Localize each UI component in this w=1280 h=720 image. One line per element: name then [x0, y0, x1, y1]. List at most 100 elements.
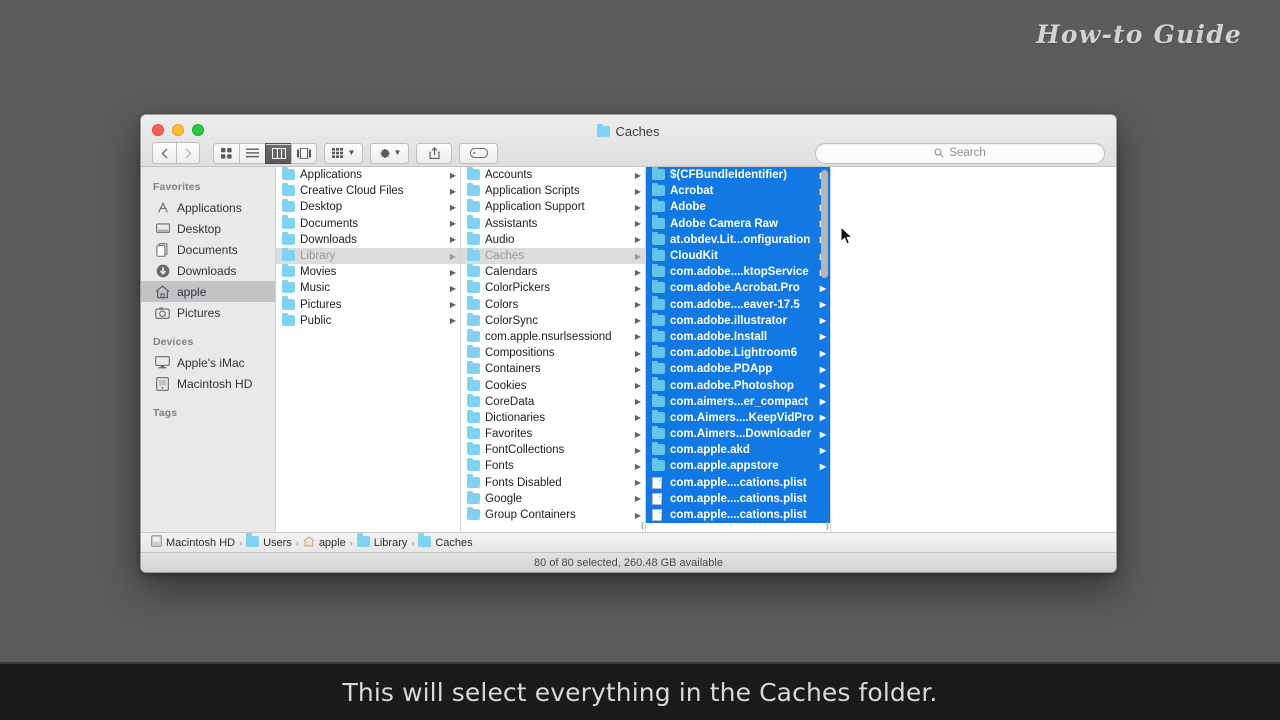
file-row[interactable]: Adobe▶ [646, 199, 830, 216]
disclosure-arrow-icon[interactable]: ▶ [635, 187, 641, 196]
sidebar-item-apples-imac[interactable]: Apple's iMac [141, 352, 275, 373]
disclosure-arrow-icon[interactable]: ▶ [635, 203, 641, 212]
disclosure-arrow-icon[interactable]: ▶ [820, 397, 826, 406]
disclosure-arrow-icon[interactable]: ▶ [635, 268, 641, 277]
file-row[interactable]: Downloads ▶ [276, 231, 460, 248]
file-row[interactable]: Group Containers ▶ [461, 506, 645, 523]
disclosure-arrow-icon[interactable]: ▶ [820, 332, 826, 341]
file-row[interactable]: Adobe Camera Raw▶ [646, 215, 830, 232]
disclosure-arrow-icon[interactable]: ▶ [450, 203, 456, 212]
file-row[interactable]: Cookies ▶ [461, 377, 645, 393]
disclosure-arrow-icon[interactable]: ▶ [635, 511, 641, 520]
column-home[interactable]: Applications ▶ Creative Cloud Files ▶ Deskto… [276, 167, 461, 532]
breadcrumb-item[interactable]: Library [356, 533, 407, 550]
disclosure-arrow-icon[interactable]: ▶ [635, 284, 641, 293]
file-row[interactable]: com.adobe.Install ▶ [646, 328, 830, 346]
file-row[interactable]: com.adobe....ktopService▶ [646, 264, 830, 281]
share-button[interactable] [416, 142, 452, 164]
disclosure-arrow-icon[interactable]: ▶ [450, 252, 456, 261]
column-resize-handle[interactable]: || [641, 521, 644, 530]
list-view-button[interactable] [239, 142, 265, 164]
breadcrumb-item[interactable]: Macintosh HD [151, 535, 235, 550]
file-row[interactable]: Fonts Disabled ▶ [461, 474, 645, 491]
file-row[interactable]: $(CFBundleIdentifier)▶ [646, 167, 830, 184]
file-row[interactable]: com.apple.nsurlsessiond ▶ [461, 328, 645, 345]
file-row[interactable]: Containers ▶ [461, 361, 645, 377]
vertical-scrollbar[interactable] [821, 170, 828, 278]
back-button[interactable] [152, 142, 176, 164]
disclosure-arrow-icon[interactable]: ▶ [635, 494, 641, 503]
file-row[interactable]: Assistants ▶ [461, 215, 645, 232]
file-row[interactable]: Library ▶ [276, 247, 460, 265]
disclosure-arrow-icon[interactable]: ▶ [635, 430, 641, 439]
search-field[interactable]: Search [815, 142, 1105, 164]
file-row[interactable]: at.obdev.Lit...onfiguration▶ [646, 231, 830, 248]
file-row[interactable]: com.adobe.illustrator ▶ [646, 312, 830, 329]
action-gear-button[interactable]: ▼ [370, 142, 409, 164]
disclosure-arrow-icon[interactable]: ▶ [820, 349, 826, 358]
sidebar-item-pictures[interactable]: Pictures [141, 302, 275, 323]
sidebar-item-documents[interactable]: Documents [141, 239, 275, 260]
disclosure-arrow-icon[interactable]: ▶ [635, 332, 641, 341]
disclosure-arrow-icon[interactable]: ▶ [820, 381, 826, 390]
file-row[interactable]: Google ▶ [461, 490, 645, 507]
disclosure-arrow-icon[interactable]: ▶ [450, 300, 456, 309]
disclosure-arrow-icon[interactable]: ▶ [450, 171, 456, 180]
disclosure-arrow-icon[interactable]: ▶ [635, 219, 641, 228]
file-row[interactable]: com.adobe.PDApp ▶ [646, 361, 830, 378]
breadcrumb-item[interactable]: Users [246, 533, 292, 550]
disclosure-arrow-icon[interactable]: ▶ [635, 171, 641, 180]
breadcrumb-item[interactable]: Caches [418, 533, 473, 550]
disclosure-arrow-icon[interactable]: ▶ [635, 397, 641, 406]
file-row[interactable]: Fonts ▶ [461, 458, 645, 474]
file-row[interactable]: com.adobe.Photoshop ▶ [646, 377, 830, 394]
sidebar-item-macintosh-hd[interactable]: Macintosh HD [141, 373, 275, 394]
column-resize-handle[interactable]: || [826, 521, 829, 530]
disclosure-arrow-icon[interactable]: ▶ [820, 446, 826, 455]
file-row[interactable]: com.apple....cations.plist [646, 474, 830, 491]
disclosure-arrow-icon[interactable]: ▶ [635, 349, 641, 358]
disclosure-arrow-icon[interactable]: ▶ [820, 462, 826, 471]
file-row[interactable]: com.Aimers....KeepVidPro ▶ [646, 409, 830, 426]
disclosure-arrow-icon[interactable]: ▶ [820, 300, 826, 309]
sidebar-item-apple[interactable]: apple [141, 281, 275, 302]
disclosure-arrow-icon[interactable]: ▶ [450, 284, 456, 293]
disclosure-arrow-icon[interactable]: ▶ [820, 316, 826, 325]
disclosure-arrow-icon[interactable]: ▶ [635, 462, 641, 471]
file-row[interactable]: Desktop ▶ [276, 199, 460, 215]
disclosure-arrow-icon[interactable]: ▶ [820, 430, 826, 439]
file-row[interactable]: Colors ▶ [461, 296, 645, 313]
disclosure-arrow-icon[interactable]: ▶ [635, 365, 641, 374]
disclosure-arrow-icon[interactable]: ▶ [450, 268, 456, 277]
forward-button[interactable] [176, 142, 200, 164]
column-preview[interactable] [831, 167, 1116, 532]
sidebar-item-applications[interactable]: Applications [141, 197, 275, 218]
breadcrumb-item[interactable]: apple [303, 535, 346, 550]
file-row[interactable]: Calendars ▶ [461, 264, 645, 280]
disclosure-arrow-icon[interactable]: ▶ [820, 413, 826, 422]
file-row[interactable]: Dictionaries ▶ [461, 409, 645, 426]
column-caches[interactable]: $(CFBundleIdentifier)▶Acrobat▶Adobe▶Adob… [646, 167, 831, 532]
disclosure-arrow-icon[interactable]: ▶ [820, 284, 826, 293]
file-row[interactable]: Public ▶ [276, 312, 460, 329]
file-row[interactable]: Movies ▶ [276, 264, 460, 280]
file-row[interactable]: com.apple.appstore ▶ [646, 458, 830, 475]
disclosure-arrow-icon[interactable]: ▶ [450, 187, 456, 196]
file-row[interactable]: Compositions ▶ [461, 344, 645, 361]
coverflow-view-button[interactable] [291, 142, 317, 164]
disclosure-arrow-icon[interactable]: ▶ [635, 300, 641, 309]
file-row[interactable]: Application Scripts ▶ [461, 183, 645, 199]
file-row[interactable]: Pictures ▶ [276, 296, 460, 313]
file-row[interactable]: com.aimers...er_compact ▶ [646, 393, 830, 410]
file-row[interactable]: Accounts ▶ [461, 167, 645, 183]
disclosure-arrow-icon[interactable]: ▶ [450, 235, 456, 244]
file-row[interactable]: Documents ▶ [276, 215, 460, 232]
file-row[interactable]: com.adobe.Lightroom6 ▶ [646, 344, 830, 362]
disclosure-arrow-icon[interactable]: ▶ [635, 252, 641, 261]
file-row[interactable]: Creative Cloud Files ▶ [276, 183, 460, 199]
file-row[interactable]: com.apple.akd ▶ [646, 442, 830, 459]
file-row[interactable]: Application Support ▶ [461, 199, 645, 215]
disclosure-arrow-icon[interactable]: ▶ [635, 446, 641, 455]
file-row[interactable]: Favorites ▶ [461, 425, 645, 442]
disclosure-arrow-icon[interactable]: ▶ [450, 316, 456, 325]
